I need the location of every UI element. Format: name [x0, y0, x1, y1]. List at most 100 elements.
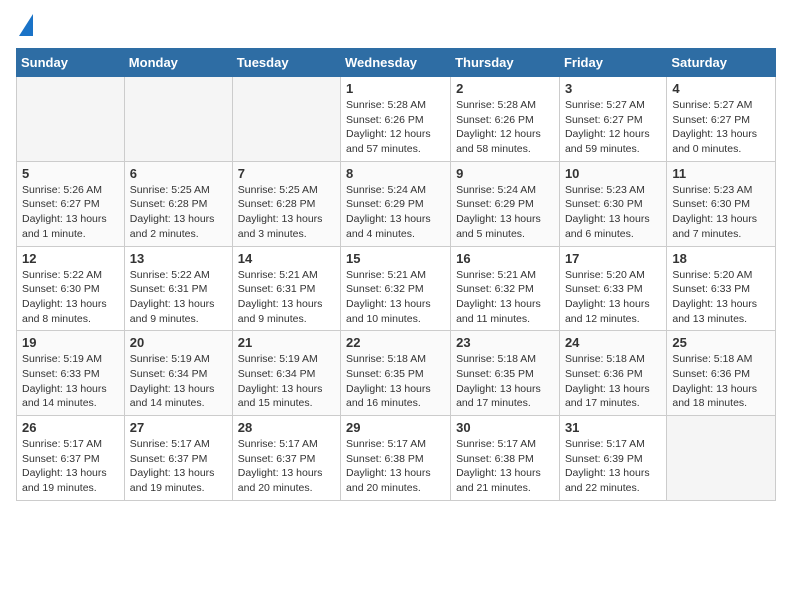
logo [16, 16, 33, 36]
day-info: Sunrise: 5:20 AM Sunset: 6:33 PM Dayligh… [672, 268, 770, 327]
calendar-cell: 28 Sunrise: 5:17 AM Sunset: 6:37 PM Dayli… [232, 416, 340, 501]
calendar-cell: 5 Sunrise: 5:26 AM Sunset: 6:27 PM Daylig… [17, 161, 125, 246]
day-info: Sunrise: 5:21 AM Sunset: 6:32 PM Dayligh… [346, 268, 445, 327]
calendar-cell: 9 Sunrise: 5:24 AM Sunset: 6:29 PM Daylig… [451, 161, 560, 246]
day-info: Sunrise: 5:23 AM Sunset: 6:30 PM Dayligh… [565, 183, 661, 242]
day-info: Sunrise: 5:27 AM Sunset: 6:27 PM Dayligh… [565, 98, 661, 157]
calendar-cell: 15Sunrise: 5:21 AM Sunset: 6:32 PM Dayli… [341, 246, 451, 331]
day-number: 28 [238, 420, 335, 435]
day-info: Sunrise: 5:20 AM Sunset: 6:33 PM Dayligh… [565, 268, 661, 327]
day-info: Sunrise: 5:18 AM Sunset: 6:35 PM Dayligh… [346, 352, 445, 411]
calendar-cell: 3 Sunrise: 5:27 AM Sunset: 6:27 PM Daylig… [559, 77, 666, 162]
calendar-cell: 13Sunrise: 5:22 AM Sunset: 6:31 PM Dayli… [124, 246, 232, 331]
day-number: 18 [672, 251, 770, 266]
day-number: 14 [238, 251, 335, 266]
calendar-cell: 22Sunrise: 5:18 AM Sunset: 6:35 PM Dayli… [341, 331, 451, 416]
day-number: 21 [238, 335, 335, 350]
day-info: Sunrise: 5:26 AM Sunset: 6:27 PM Dayligh… [22, 183, 119, 242]
weekday-header-tuesday: Tuesday [232, 49, 340, 77]
day-number: 13 [130, 251, 227, 266]
calendar-header-row: SundayMondayTuesdayWednesdayThursdayFrid… [17, 49, 776, 77]
calendar-table: SundayMondayTuesdayWednesdayThursdayFrid… [16, 48, 776, 501]
day-number: 11 [672, 166, 770, 181]
calendar-cell: 23 Sunrise: 5:18 AM Sunset: 6:35 PM Dayli… [451, 331, 560, 416]
day-info: Sunrise: 5:23 AM Sunset: 6:30 PM Dayligh… [672, 183, 770, 242]
calendar-cell: 7Sunrise: 5:25 AM Sunset: 6:28 PM Daylig… [232, 161, 340, 246]
day-number: 17 [565, 251, 661, 266]
day-number: 6 [130, 166, 227, 181]
weekday-header-monday: Monday [124, 49, 232, 77]
day-number: 2 [456, 81, 554, 96]
day-info: Sunrise: 5:17 AM Sunset: 6:39 PM Dayligh… [565, 437, 661, 496]
day-number: 25 [672, 335, 770, 350]
day-info: Sunrise: 5:17 AM Sunset: 6:37 PM Dayligh… [238, 437, 335, 496]
calendar-cell: 8 Sunrise: 5:24 AM Sunset: 6:29 PM Daylig… [341, 161, 451, 246]
day-info: Sunrise: 5:17 AM Sunset: 6:38 PM Dayligh… [456, 437, 554, 496]
calendar-cell [17, 77, 125, 162]
calendar-cell: 4 Sunrise: 5:27 AM Sunset: 6:27 PM Daylig… [667, 77, 776, 162]
calendar-cell: 29 Sunrise: 5:17 AM Sunset: 6:38 PM Dayli… [341, 416, 451, 501]
day-number: 26 [22, 420, 119, 435]
day-number: 24 [565, 335, 661, 350]
calendar-week-4: 19 Sunrise: 5:19 AM Sunset: 6:33 PM Dayli… [17, 331, 776, 416]
day-info: Sunrise: 5:17 AM Sunset: 6:37 PM Dayligh… [22, 437, 119, 496]
calendar-cell: 21 Sunrise: 5:19 AM Sunset: 6:34 PM Dayli… [232, 331, 340, 416]
day-number: 9 [456, 166, 554, 181]
day-number: 1 [346, 81, 445, 96]
weekday-header-wednesday: Wednesday [341, 49, 451, 77]
calendar-cell: 1 Sunrise: 5:28 AM Sunset: 6:26 PM Daylig… [341, 77, 451, 162]
day-info: Sunrise: 5:28 AM Sunset: 6:26 PM Dayligh… [346, 98, 445, 157]
calendar-cell: 18 Sunrise: 5:20 AM Sunset: 6:33 PM Dayli… [667, 246, 776, 331]
day-info: Sunrise: 5:18 AM Sunset: 6:35 PM Dayligh… [456, 352, 554, 411]
calendar-cell: 2 Sunrise: 5:28 AM Sunset: 6:26 PM Daylig… [451, 77, 560, 162]
calendar-cell: 25 Sunrise: 5:18 AM Sunset: 6:36 PM Dayli… [667, 331, 776, 416]
calendar-cell: 12Sunrise: 5:22 AM Sunset: 6:30 PM Dayli… [17, 246, 125, 331]
day-info: Sunrise: 5:18 AM Sunset: 6:36 PM Dayligh… [672, 352, 770, 411]
calendar-cell: 11 Sunrise: 5:23 AM Sunset: 6:30 PM Dayli… [667, 161, 776, 246]
calendar-cell: 17 Sunrise: 5:20 AM Sunset: 6:33 PM Dayli… [559, 246, 666, 331]
day-info: Sunrise: 5:19 AM Sunset: 6:33 PM Dayligh… [22, 352, 119, 411]
day-info: Sunrise: 5:25 AM Sunset: 6:28 PM Dayligh… [238, 183, 335, 242]
calendar-week-5: 26 Sunrise: 5:17 AM Sunset: 6:37 PM Dayli… [17, 416, 776, 501]
weekday-header-sunday: Sunday [17, 49, 125, 77]
weekday-header-saturday: Saturday [667, 49, 776, 77]
calendar-week-1: 1 Sunrise: 5:28 AM Sunset: 6:26 PM Daylig… [17, 77, 776, 162]
calendar-cell: 20Sunrise: 5:19 AM Sunset: 6:34 PM Dayli… [124, 331, 232, 416]
day-info: Sunrise: 5:25 AM Sunset: 6:28 PM Dayligh… [130, 183, 227, 242]
calendar-week-3: 12Sunrise: 5:22 AM Sunset: 6:30 PM Dayli… [17, 246, 776, 331]
day-info: Sunrise: 5:24 AM Sunset: 6:29 PM Dayligh… [346, 183, 445, 242]
day-number: 29 [346, 420, 445, 435]
day-number: 23 [456, 335, 554, 350]
day-info: Sunrise: 5:21 AM Sunset: 6:32 PM Dayligh… [456, 268, 554, 327]
day-number: 10 [565, 166, 661, 181]
day-number: 12 [22, 251, 119, 266]
calendar-cell: 19 Sunrise: 5:19 AM Sunset: 6:33 PM Dayli… [17, 331, 125, 416]
weekday-header-thursday: Thursday [451, 49, 560, 77]
calendar-cell: 26 Sunrise: 5:17 AM Sunset: 6:37 PM Dayli… [17, 416, 125, 501]
day-number: 19 [22, 335, 119, 350]
day-info: Sunrise: 5:19 AM Sunset: 6:34 PM Dayligh… [238, 352, 335, 411]
calendar-cell: 10 Sunrise: 5:23 AM Sunset: 6:30 PM Dayli… [559, 161, 666, 246]
day-info: Sunrise: 5:27 AM Sunset: 6:27 PM Dayligh… [672, 98, 770, 157]
calendar-cell: 14Sunrise: 5:21 AM Sunset: 6:31 PM Dayli… [232, 246, 340, 331]
logo-triangle-icon [19, 14, 33, 36]
day-number: 31 [565, 420, 661, 435]
day-number: 30 [456, 420, 554, 435]
day-number: 3 [565, 81, 661, 96]
day-info: Sunrise: 5:24 AM Sunset: 6:29 PM Dayligh… [456, 183, 554, 242]
day-number: 5 [22, 166, 119, 181]
day-number: 4 [672, 81, 770, 96]
day-info: Sunrise: 5:18 AM Sunset: 6:36 PM Dayligh… [565, 352, 661, 411]
calendar-cell [667, 416, 776, 501]
calendar-week-2: 5 Sunrise: 5:26 AM Sunset: 6:27 PM Daylig… [17, 161, 776, 246]
day-number: 8 [346, 166, 445, 181]
calendar-cell [232, 77, 340, 162]
calendar-cell: 30 Sunrise: 5:17 AM Sunset: 6:38 PM Dayli… [451, 416, 560, 501]
day-info: Sunrise: 5:19 AM Sunset: 6:34 PM Dayligh… [130, 352, 227, 411]
day-info: Sunrise: 5:28 AM Sunset: 6:26 PM Dayligh… [456, 98, 554, 157]
day-number: 27 [130, 420, 227, 435]
calendar-cell: 27Sunrise: 5:17 AM Sunset: 6:37 PM Dayli… [124, 416, 232, 501]
day-info: Sunrise: 5:17 AM Sunset: 6:38 PM Dayligh… [346, 437, 445, 496]
calendar-cell: 6 Sunrise: 5:25 AM Sunset: 6:28 PM Daylig… [124, 161, 232, 246]
day-number: 16 [456, 251, 554, 266]
